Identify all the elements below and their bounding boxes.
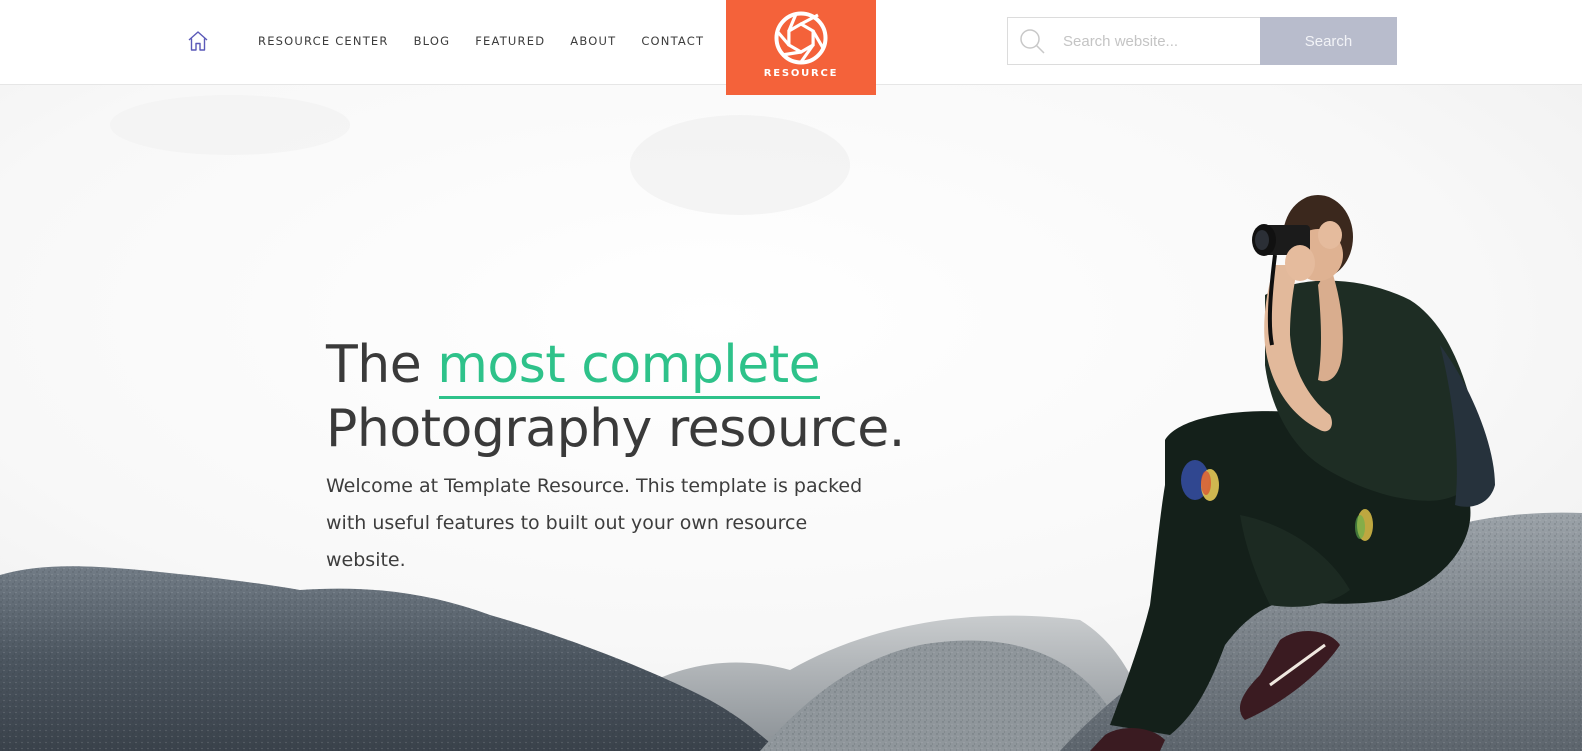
search-form: Search — [1007, 17, 1397, 65]
hero-intro: Welcome at Template Resource. This templ… — [326, 475, 863, 571]
site-logo[interactable]: RESOURCE — [726, 0, 876, 95]
nav-featured[interactable]: FEATURED — [475, 34, 545, 48]
nav-contact[interactable]: CONTACT — [641, 34, 704, 48]
site-header: RESOURCE CENTER BLOG FEATURED ABOUT CONT… — [0, 0, 1582, 95]
hero-section: The most complete Photography resource. … — [0, 85, 1582, 751]
home-icon[interactable] — [186, 29, 210, 53]
headline-accent: most complete — [437, 335, 821, 399]
home-link[interactable] — [186, 29, 233, 53]
nav-resource-center[interactable]: RESOURCE CENTER — [258, 34, 389, 48]
nav-about[interactable]: ABOUT — [570, 34, 616, 48]
main-nav: RESOURCE CENTER BLOG FEATURED ABOUT CONT… — [186, 28, 729, 54]
hero-headline: The most complete Photography resource. — [326, 333, 905, 461]
search-input[interactable] — [1063, 32, 1253, 50]
headline-prefix: The — [326, 335, 438, 395]
logo-text: RESOURCE — [763, 68, 839, 79]
aperture-icon — [774, 11, 828, 65]
search-icon — [1020, 29, 1045, 54]
search-button[interactable]: Search — [1260, 17, 1397, 65]
hero-text: The most complete Photography resource. … — [326, 333, 905, 579]
nav-blog[interactable]: BLOG — [414, 34, 451, 48]
search-field — [1007, 17, 1260, 65]
headline-line-2: Photography resource. — [326, 399, 905, 459]
